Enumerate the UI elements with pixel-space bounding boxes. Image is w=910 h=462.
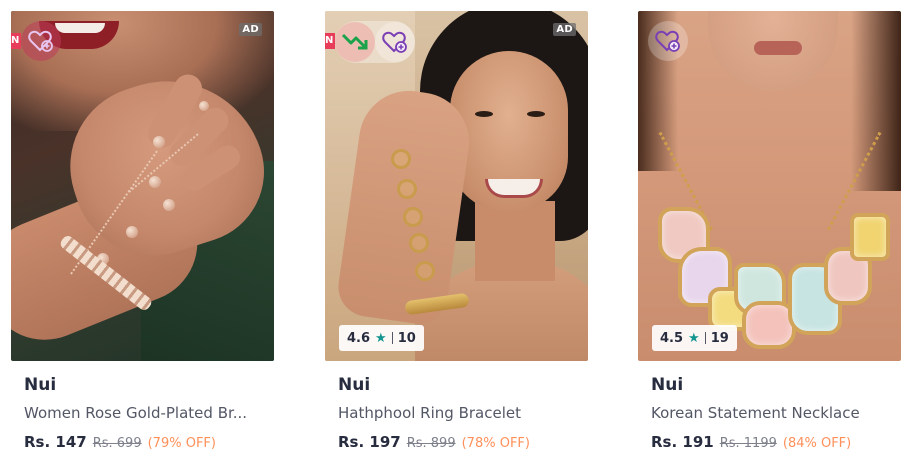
star-icon: ★: [688, 330, 700, 346]
trend-down-icon: [341, 33, 368, 50]
rating-value: 4.6: [347, 330, 371, 346]
ad-badge: AD: [553, 23, 576, 36]
wishlist-button[interactable]: [648, 21, 688, 61]
product-card[interactable]: N AD 4.6 ★ 10 Nui Hathphool Ring Bracele…: [325, 11, 588, 462]
star-icon: ★: [375, 330, 387, 346]
product-card[interactable]: 4.5 ★ 19 Nui Korean Statement Necklace R…: [638, 11, 901, 462]
rating-value: 4.5: [660, 330, 684, 346]
new-tag: N: [325, 33, 335, 49]
product-mrp: Rs. 899: [406, 436, 456, 451]
rating-divider: [391, 332, 393, 344]
product-name[interactable]: Hathphool Ring Bracelet: [338, 404, 583, 422]
product-discount: (78% OFF): [461, 436, 530, 451]
price-row: Rs. 197 Rs. 899 (78% OFF): [338, 433, 530, 451]
heart-plus-icon: [382, 31, 407, 53]
rating-badge: 4.5 ★ 19: [652, 325, 737, 351]
wishlist-button[interactable]: [375, 22, 415, 62]
product-photo: [638, 11, 901, 361]
price-row: Rs. 191 Rs. 1199 (84% OFF): [651, 433, 851, 451]
product-brand: Nui: [651, 375, 684, 395]
heart-plus-icon: [655, 30, 680, 52]
product-image[interactable]: N AD: [11, 11, 274, 361]
rating-count: 10: [397, 330, 416, 346]
product-photo: [11, 11, 274, 361]
heart-plus-icon: [28, 30, 53, 52]
product-discount: (84% OFF): [782, 436, 852, 451]
product-mrp: Rs. 699: [92, 436, 142, 451]
rating-divider: [704, 332, 706, 344]
product-name[interactable]: Korean Statement Necklace: [651, 404, 896, 422]
rating-badge: 4.6 ★ 10: [339, 325, 424, 351]
card-action-pill: [335, 21, 415, 63]
product-card[interactable]: N AD Nui Women Rose Gold-Plated Br... Rs…: [11, 11, 274, 462]
product-brand: Nui: [24, 375, 57, 395]
price-row: Rs. 147 Rs. 699 (79% OFF): [24, 433, 216, 451]
product-discount: (79% OFF): [147, 436, 216, 451]
wishlist-button[interactable]: [21, 21, 61, 61]
product-name[interactable]: Women Rose Gold-Plated Br...: [24, 404, 269, 422]
new-tag: N: [11, 33, 21, 49]
product-brand: Nui: [338, 375, 371, 395]
view-similar-button[interactable]: [335, 22, 375, 62]
product-mrp: Rs. 1199: [719, 436, 777, 451]
product-image[interactable]: N AD 4.6 ★ 10: [325, 11, 588, 361]
ad-badge: AD: [239, 23, 262, 36]
rating-count: 19: [710, 330, 729, 346]
product-photo: [325, 11, 588, 361]
product-price: Rs. 197: [338, 433, 401, 451]
product-image[interactable]: 4.5 ★ 19: [638, 11, 901, 361]
product-price: Rs. 191: [651, 433, 714, 451]
product-grid: N AD Nui Women Rose Gold-Plated Br... Rs…: [0, 0, 910, 462]
product-price: Rs. 147: [24, 433, 87, 451]
